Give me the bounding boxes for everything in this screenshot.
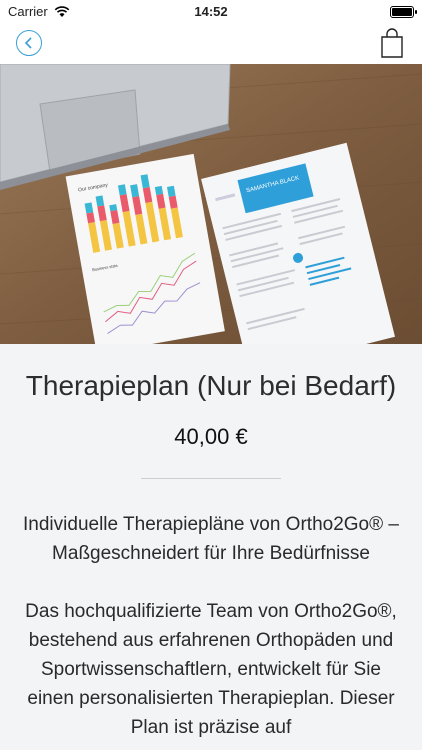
shopping-bag-icon[interactable] bbox=[380, 28, 404, 58]
description-body: Das hochqualifizierte Team von Ortho2Go®… bbox=[25, 601, 397, 738]
nav-bar bbox=[0, 24, 422, 64]
chevron-left-icon bbox=[24, 37, 32, 49]
back-button[interactable] bbox=[16, 30, 42, 56]
clock: 14:52 bbox=[194, 4, 228, 19]
product-hero-image: Our company Business stats SAMANTHA BLAC… bbox=[0, 64, 422, 344]
divider bbox=[141, 478, 281, 479]
battery-icon bbox=[390, 6, 417, 18]
description-heading: Individuelle Therapiepläne von Ortho2Go®… bbox=[23, 514, 399, 564]
status-bar: Carrier 14:52 bbox=[0, 0, 422, 24]
product-description: Individuelle Therapiepläne von Ortho2Go®… bbox=[20, 510, 402, 750]
product-price: 40,00 € bbox=[174, 424, 248, 449]
hero-photo: Our company Business stats SAMANTHA BLAC… bbox=[0, 64, 422, 344]
product-title: Therapieplan (Nur bei Bedarf) bbox=[25, 370, 397, 401]
